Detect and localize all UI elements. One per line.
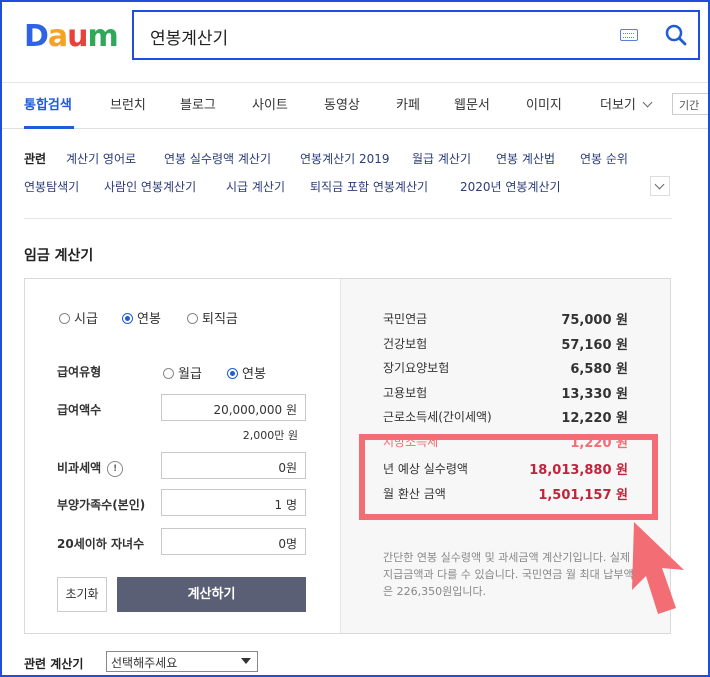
result-label: 건강보험	[383, 337, 428, 351]
radio-label: 월급	[178, 367, 202, 382]
header: Daum	[2, 2, 708, 83]
pay-type-label: 급여유형	[57, 365, 102, 379]
radio-dot	[187, 313, 198, 324]
salary-note: 2,000만 원	[242, 429, 298, 442]
reset-button[interactable]: 초기화	[57, 577, 107, 612]
section-title: 임금 계산기	[24, 248, 94, 264]
radio-label: 연봉	[242, 367, 266, 382]
active-tab-indicator	[24, 126, 74, 129]
search-icon[interactable]	[664, 23, 688, 47]
tab-site[interactable]: 사이트	[252, 94, 288, 113]
radio-label: 시급	[74, 312, 98, 327]
result-value: 75,000 원	[561, 313, 628, 328]
related-item[interactable]: 시급 계산기	[226, 178, 285, 195]
tab-integrated[interactable]: 통합검색	[24, 94, 72, 113]
tab-webdoc[interactable]: 웹문서	[454, 94, 490, 113]
radio-severance[interactable]: 퇴직금	[187, 308, 238, 327]
related-label: 관련	[24, 152, 47, 166]
caret-down-icon	[241, 658, 251, 664]
tab-more-label: 더보기	[600, 98, 636, 113]
related-item[interactable]: 계산기 영어로	[66, 150, 136, 167]
period-button[interactable]: 기간	[672, 93, 708, 115]
radio-dot	[59, 313, 70, 324]
children-label: 20세이하 자녀수	[57, 537, 145, 551]
result-label: 장기요양보험	[383, 361, 450, 375]
radio-dot-selected	[122, 313, 133, 324]
tab-cafe[interactable]: 카페	[396, 94, 420, 113]
related-calculator-select[interactable]: 선택해주세요	[106, 651, 258, 672]
result-value: 6,580 원	[570, 362, 628, 377]
daum-logo[interactable]: Daum	[24, 19, 119, 54]
logo-letter-a: a	[47, 19, 68, 54]
info-icon[interactable]: !	[107, 461, 124, 477]
related-item[interactable]: 연봉 순위	[580, 150, 628, 167]
non-taxable-label-text: 비과세액	[57, 461, 102, 475]
result-label: 고용보험	[383, 386, 428, 400]
keyboard-icon[interactable]	[620, 29, 638, 41]
calculator-inputs: 시급 연봉 퇴직금 급여유형 월급 연봉 급여액수 20,000,000 원 2…	[25, 279, 341, 633]
result-label: 국민연금	[383, 312, 428, 326]
radio-label: 퇴직금	[202, 312, 238, 327]
search-box	[132, 10, 700, 60]
related-expand-button[interactable]	[650, 176, 670, 196]
salary-calculator: 시급 연봉 퇴직금 급여유형 월급 연봉 급여액수 20,000,000 원 2…	[24, 278, 671, 634]
dependents-input[interactable]: 1 명	[161, 489, 306, 516]
related-item[interactable]: 월급 계산기	[412, 150, 471, 167]
tab-video[interactable]: 동영상	[324, 94, 360, 113]
search-tabs: 통합검색 브런치 블로그 사이트 동영상 카페 웹문서 이미지 더보기 기간	[2, 82, 708, 129]
search-input[interactable]	[148, 22, 592, 50]
radio-label: 연봉	[137, 312, 161, 327]
calculate-button[interactable]: 계산하기	[117, 577, 306, 612]
related-item[interactable]: 사람인 연봉계산기	[104, 178, 196, 195]
radio-paytype-annual[interactable]: 연봉	[227, 363, 266, 382]
result-value: 12,220 원	[561, 411, 628, 426]
select-value: 선택해주세요	[111, 656, 178, 670]
chevron-down-icon	[642, 97, 653, 108]
tab-image[interactable]: 이미지	[526, 94, 562, 113]
related-item[interactable]: 연봉 계산법	[496, 150, 555, 167]
non-taxable-input[interactable]: 0원	[161, 452, 306, 479]
result-value: 13,330 원	[561, 387, 628, 402]
calculator-description: 간단한 연봉 실수령액 및 과세금액 계산기입니다. 실제 지급금액과 다를 수…	[383, 551, 634, 598]
salary-input[interactable]: 20,000,000 원	[161, 394, 306, 421]
result-label: 근로소득세(간이세액)	[383, 410, 492, 424]
pointer-arrow-icon	[632, 522, 684, 614]
related-calculator-label: 관련 계산기	[24, 657, 84, 671]
radio-dot-selected	[227, 368, 238, 379]
tab-more[interactable]: 더보기	[600, 94, 653, 113]
logo-letter-u: u	[67, 19, 88, 54]
related-item[interactable]: 2020년 연봉계산기	[460, 178, 561, 195]
related-item[interactable]: 연봉계산기 2019	[300, 150, 390, 167]
section-divider	[24, 218, 672, 219]
radio-monthly[interactable]: 월급	[163, 363, 202, 382]
children-input[interactable]: 0명	[161, 528, 306, 555]
dependents-label: 부양가족수(본인)	[57, 498, 146, 512]
related-item[interactable]: 연봉탐색기	[24, 178, 79, 195]
radio-hourly[interactable]: 시급	[59, 308, 98, 327]
radio-dot	[163, 368, 174, 379]
tab-brunch[interactable]: 브런치	[110, 94, 146, 113]
related-item[interactable]: 퇴직금 포함 연봉계산기	[310, 178, 428, 195]
highlight-box	[359, 434, 658, 520]
radio-annual[interactable]: 연봉	[122, 308, 161, 327]
logo-letter-m: m	[87, 19, 119, 54]
tab-blog[interactable]: 블로그	[180, 94, 216, 113]
related-item[interactable]: 연봉 실수령액 계산기	[164, 150, 271, 167]
result-value: 57,160 원	[561, 338, 628, 353]
salary-label: 급여액수	[57, 403, 102, 417]
logo-letter-d: D	[24, 19, 49, 54]
non-taxable-label: 비과세액!	[57, 459, 124, 477]
browser-frame: Daum 통합검색 브런치 블로그 사이트 동영상 카페 웹문서 이미지 더보기…	[0, 0, 710, 677]
